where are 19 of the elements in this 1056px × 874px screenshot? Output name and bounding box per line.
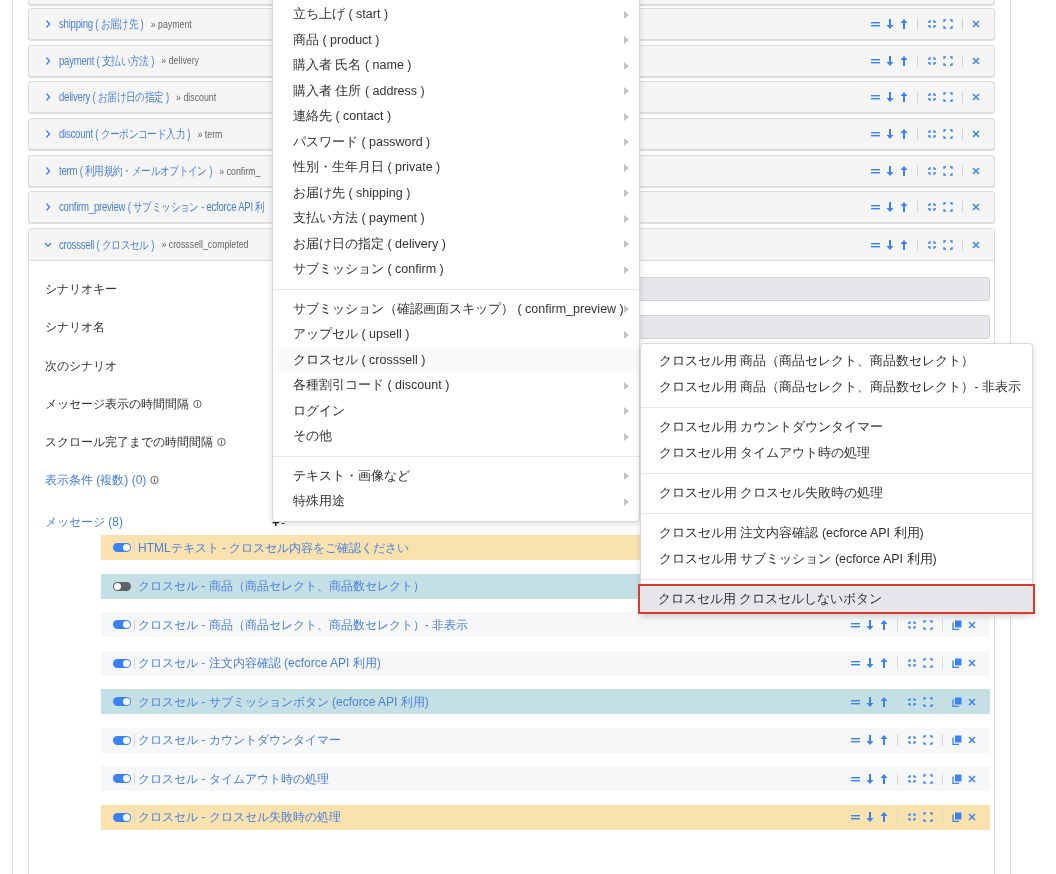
next-scenario-text: » discount: [176, 90, 217, 106]
message-title: クロスセル - 商品（商品セレクト、商品数セレクト）: [138, 578, 425, 596]
next-scenario-text: » payment: [150, 16, 192, 32]
next-scenario-text: » delivery: [161, 53, 199, 69]
message-title: HTMLテキスト - クロスセル内容をご確認ください: [138, 539, 410, 557]
field-label: メッセージ表示の時間間隔: [45, 395, 189, 413]
next-scenario-text: » confirm_: [219, 163, 261, 179]
message-title: クロスセル - カウントダウンタイマー: [138, 732, 341, 750]
field-label: シナリオキー: [45, 281, 117, 299]
message-title: クロスセル - タイムアウト時の処理: [138, 770, 329, 788]
field-label: 次のシナリオ: [45, 357, 117, 375]
next-scenario-text: » term: [197, 126, 223, 142]
field-label: スクロール完了までの時間間隔: [45, 433, 213, 451]
message-title: クロスセル - クロスセル失敗時の処理: [138, 809, 341, 827]
next-scenario-text: » crosssell_completed: [161, 237, 249, 253]
field-label: シナリオ名: [45, 319, 105, 337]
message-title: クロスセル - 注文内容確認 (ecforce API 利用): [138, 655, 381, 673]
message-title: クロスセル - サブミッションボタン (ecforce API 利用): [138, 693, 429, 711]
message-title: クロスセル - 商品（商品セレクト、商品数セレクト）- 非表示: [138, 616, 468, 634]
